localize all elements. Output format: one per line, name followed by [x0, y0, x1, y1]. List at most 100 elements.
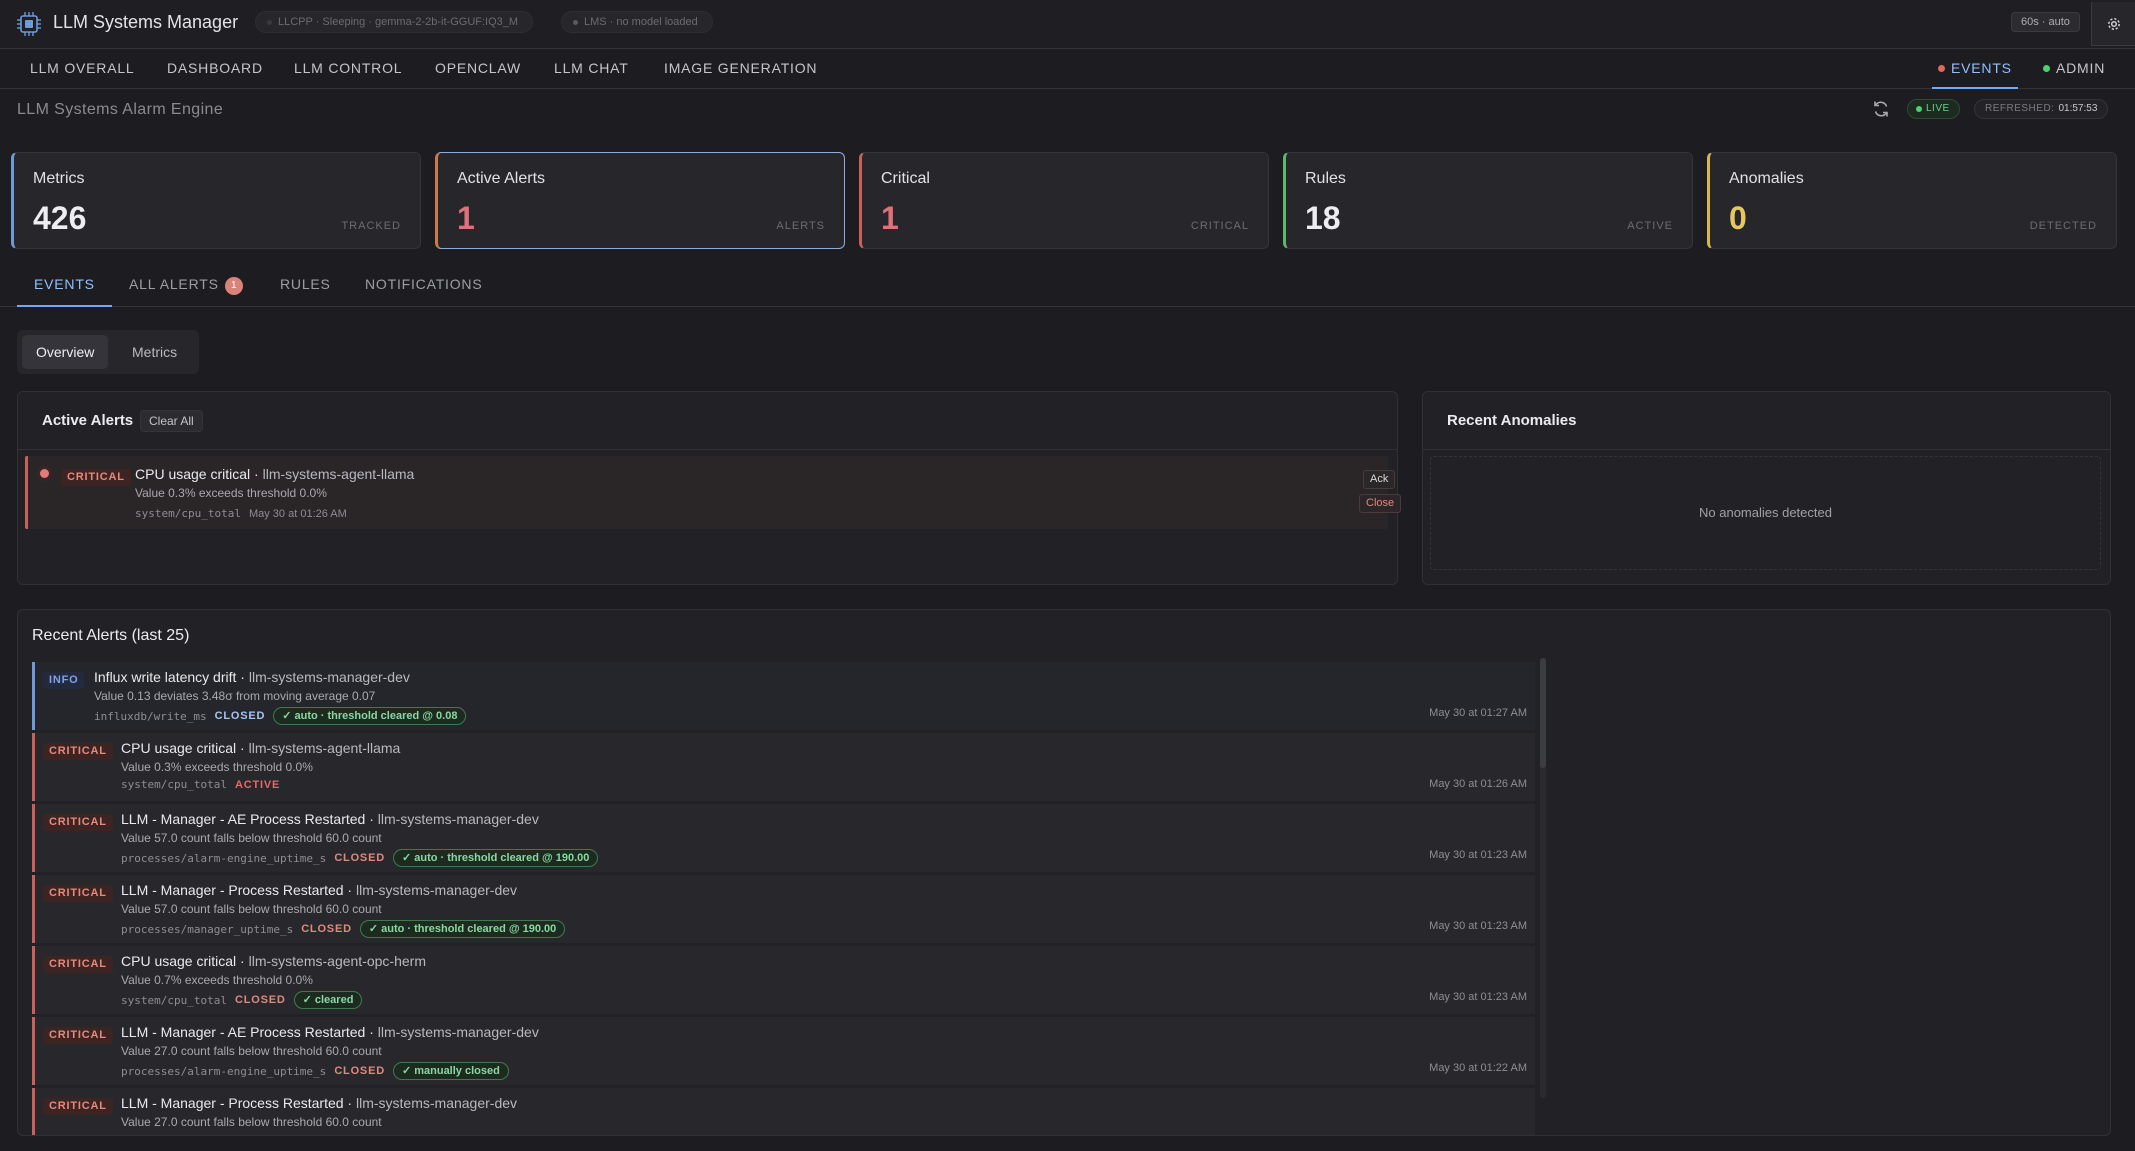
alert-count-badge: 1 — [224, 277, 243, 295]
alert-description: Value 57.0 count falls below threshold 6… — [121, 831, 382, 845]
ack-button[interactable]: Ack — [1363, 470, 1396, 489]
panel-divider — [1423, 449, 2110, 450]
stat-label: Anomalies — [1729, 170, 1804, 187]
alert-description: Value 0.7% exceeds threshold 0.0% — [121, 973, 313, 987]
alert-title: CPU usage critical · llm-systems-agent-l… — [121, 740, 401, 756]
alert-metric: system/cpu_total — [135, 507, 241, 520]
refreshed-badge: REFRESHED: 01:57:53 — [1974, 99, 2109, 119]
live-badge: LIVE — [1907, 99, 1960, 119]
resolution-pill: ✓ auto · threshold cleared @ 0.08 — [273, 707, 467, 725]
stat-card-metrics[interactable]: Metrics 426 TRACKED — [11, 152, 421, 249]
toggle-overview[interactable]: Overview — [22, 335, 109, 369]
nav-llm-control[interactable]: LLM CONTROL — [294, 49, 402, 89]
llcpp-status-pill[interactable]: LLCPP · Sleeping · gemma-2-2b-it-GGUF:IQ… — [255, 11, 534, 33]
alert-metric: processes/alarm-engine_uptime_s — [121, 1064, 327, 1078]
alert-title-text: CPU usage critical — [121, 740, 237, 756]
nav-llm-chat[interactable]: LLM CHAT — [554, 49, 629, 89]
panel-divider — [18, 449, 1397, 450]
stat-card-anomalies[interactable]: Anomalies 0 DETECTED — [1707, 152, 2117, 249]
stat-label: Metrics — [33, 170, 85, 187]
alert-description: Value 0.13 deviates 3.48σ from moving av… — [94, 689, 376, 703]
alert-status: CLOSED — [334, 852, 385, 864]
stat-caption: DETECTED — [2029, 220, 2097, 232]
alert-host: llm-systems-manager-dev — [355, 882, 518, 898]
page-title: LLM Systems Alarm Engine — [17, 101, 224, 118]
severity-badge: CRITICAL — [43, 885, 113, 902]
alert-status: CLOSED — [334, 1065, 385, 1077]
app-title: LLM Systems Manager — [53, 12, 239, 32]
alert-host: llm-systems-manager-dev — [377, 811, 539, 827]
alert-status: CLOSED — [234, 994, 286, 1006]
stat-card-critical[interactable]: Critical 1 CRITICAL — [859, 152, 1269, 249]
nav-dashboard[interactable]: DASHBOARD — [167, 49, 263, 89]
alert-metric: influxdb/write_ms — [94, 709, 207, 723]
alert-dot-icon — [40, 469, 49, 478]
recent-alert-row[interactable]: CRITICAL LLM - Manager - AE Process Rest… — [32, 804, 1535, 872]
stat-caption: CRITICAL — [1190, 220, 1249, 232]
view-toggle: Overview Metrics — [17, 330, 199, 374]
stat-card-active-alerts[interactable]: Active Alerts 1 ALERTS — [435, 152, 845, 249]
alert-meta: processes/manager_uptime_s CLOSED ✓ auto ·… — [121, 920, 566, 938]
status-dot-icon — [2043, 65, 2050, 72]
severity-badge: INFO — [43, 672, 85, 689]
lms-status-pill[interactable]: LMS · no model loaded — [561, 11, 713, 33]
alert-metric: system/cpu_total — [121, 993, 227, 1007]
stat-card-rules[interactable]: Rules 18 ACTIVE — [1283, 152, 1693, 249]
recent-alerts-scrollbar[interactable] — [1540, 658, 1546, 1098]
alert-host: llm-systems-agent-llama — [248, 740, 401, 756]
main-nav: LLM OVERALL DASHBOARD LLM CONTROL OPENCL… — [0, 49, 2135, 89]
recent-alert-row[interactable]: CRITICAL LLM - Manager - Process Restart… — [32, 875, 1535, 943]
tab-all-alerts[interactable]: ALL ALERTS 1 — [112, 266, 260, 307]
tab-notifications[interactable]: NOTIFICATIONS — [348, 266, 499, 307]
nav-events-label: EVENTS — [1951, 60, 2012, 76]
tab-all-alerts-label: ALL ALERTS — [129, 276, 219, 292]
nav-events[interactable]: EVENTS — [1932, 49, 2018, 89]
status-dot-icon — [573, 20, 578, 25]
recent-alert-row[interactable]: CRITICAL CPU usage critical · llm-system… — [32, 733, 1535, 801]
stat-value: 1 — [457, 200, 475, 236]
close-alert-button[interactable]: Close — [1359, 494, 1402, 513]
refresh-rate-selector[interactable]: 60s · auto — [2011, 12, 2080, 32]
alert-status: CLOSED — [214, 710, 266, 722]
recent-alert-row[interactable]: CRITICAL LLM - Manager - Process Restart… — [32, 1088, 1535, 1135]
recent-alert-row[interactable]: CRITICAL LLM - Manager - AE Process Rest… — [32, 1017, 1535, 1085]
refresh-icon[interactable] — [1871, 99, 1891, 119]
recent-alert-row[interactable]: INFO Influx write latency drift · llm-sy… — [32, 662, 1535, 730]
resolution-pill: ✓ auto · threshold cleared @ 190.00 — [359, 920, 566, 938]
status-dot-icon — [1938, 65, 1945, 72]
severity-badge: CRITICAL — [43, 956, 113, 973]
scrollbar-thumb[interactable] — [1540, 658, 1546, 768]
settings-button[interactable] — [2091, 2, 2135, 46]
alert-host: llm-systems-manager-dev — [248, 669, 410, 685]
alert-metric: processes/manager_uptime_s — [121, 922, 294, 936]
severity-badge: CRITICAL — [43, 1098, 113, 1115]
nav-image-generation[interactable]: IMAGE GENERATION — [664, 49, 817, 89]
alarm-tabs: EVENTS ALL ALERTS 1 RULES NOTIFICATIONS — [0, 266, 2135, 307]
active-alert-item[interactable]: CRITICAL CPU usage critical · llm-system… — [25, 456, 1402, 529]
alert-title: LLM - Manager - Process Restarted · llm-… — [121, 1095, 518, 1111]
clear-all-button[interactable]: Clear All — [140, 410, 203, 432]
nav-openclaw[interactable]: OPENCLAW — [435, 49, 521, 89]
lms-status-text: LMS · no model loaded — [584, 16, 698, 28]
toggle-metrics[interactable]: Metrics — [118, 335, 191, 369]
recent-anomalies-title: Recent Anomalies — [1447, 412, 1577, 429]
alert-title: LLM - Manager - AE Process Restarted · l… — [121, 1024, 539, 1040]
refreshed-time: 01:57:53 — [2058, 103, 2098, 114]
alert-meta: processes/alarm-engine_uptime_s CLOSED ✓ a… — [121, 849, 599, 867]
alert-title-text: CPU usage critical — [135, 466, 251, 482]
alert-title-text: LLM - Manager - Process Restarted — [121, 1095, 344, 1111]
nav-llm-overall[interactable]: LLM OVERALL — [30, 49, 135, 89]
alert-host: llm-systems-agent-llama — [262, 466, 415, 482]
tab-rules[interactable]: RULES — [263, 266, 348, 307]
alert-time: May 30 at 01:27 AM — [1429, 707, 1527, 719]
tab-events[interactable]: EVENTS — [17, 266, 112, 307]
status-dot-icon — [267, 20, 272, 25]
resolution-pill: ✓ manually closed — [392, 1062, 509, 1080]
recent-alert-row[interactable]: CRITICAL CPU usage critical · llm-system… — [32, 946, 1535, 1014]
nav-admin[interactable]: ADMIN — [2043, 49, 2105, 89]
alert-metric: system/cpu_total — [121, 778, 227, 791]
stat-value: 1 — [881, 200, 899, 236]
stat-value: 18 — [1305, 200, 1341, 236]
active-alerts-title: Active Alerts — [42, 412, 134, 429]
alert-meta: processes/alarm-engine_uptime_s CLOSED ✓ m… — [121, 1062, 509, 1080]
